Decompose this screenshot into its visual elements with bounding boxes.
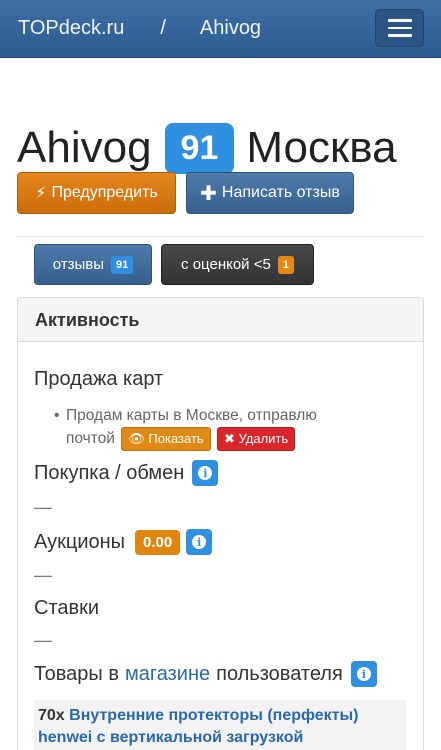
show-button[interactable]: 👁 Показать: [121, 427, 211, 451]
menu-toggle-button[interactable]: [375, 9, 424, 47]
info-button[interactable]: i: [192, 460, 219, 486]
shop-heading-suffix: пользователя: [216, 662, 343, 685]
delete-button[interactable]: ✖ Удалить: [216, 427, 296, 451]
hamburger-icon: [387, 19, 412, 22]
info-icon: i: [192, 535, 207, 549]
low-rating-tab-button[interactable]: с оценкой <5 1: [161, 244, 314, 285]
reviews-label: отзывы: [52, 256, 105, 273]
bids-empty: —: [34, 630, 52, 650]
plus-icon: ✚: [200, 182, 217, 205]
breadcrumb-user[interactable]: Ahivog: [200, 17, 261, 40]
breadcrumb-separator: /: [160, 17, 166, 39]
product-item[interactable]: 70x Внутренние протекторы (перфекты) hen…: [34, 700, 406, 750]
shop-link[interactable]: магазине: [125, 663, 210, 686]
info-button[interactable]: i: [350, 661, 377, 687]
product-name-link[interactable]: Внутренние протекторы (перфекты) henwei …: [38, 707, 359, 746]
product-qty: 70x: [38, 707, 65, 724]
hamburger-icon: [387, 34, 412, 37]
page-title: Ahivog 91 Москва: [17, 118, 397, 178]
warn-button[interactable]: ⚡ Предупредить: [17, 172, 176, 214]
write-review-button[interactable]: ✚ Написать отзыв: [186, 172, 354, 214]
navbar: TOPdeck.ru / Ahivog: [0, 0, 441, 58]
reviews-count-badge: 91: [111, 255, 134, 274]
reviews-tab-button[interactable]: отзывы 91: [34, 244, 152, 285]
eye-icon: 👁: [128, 431, 145, 446]
shop-heading: Товары в магазине пользователя i: [34, 661, 377, 687]
purchase-empty: —: [34, 497, 52, 517]
rating-badge: 91: [164, 122, 235, 174]
info-icon: i: [198, 466, 213, 480]
close-icon: ✖: [223, 431, 235, 446]
purchase-heading-label: Покупка / обмен: [34, 461, 185, 484]
sale-heading: Продажа карт: [34, 368, 164, 390]
user-city: Москва: [246, 123, 397, 172]
hamburger-icon: [387, 26, 412, 30]
auctions-empty: —: [34, 565, 52, 585]
auctions-value-badge: 0.00: [135, 529, 181, 555]
info-button[interactable]: i: [186, 529, 213, 555]
low-rating-count-badge: 1: [277, 255, 294, 274]
listing-item: • Продам карты в Москве, отправлю почтой…: [54, 404, 366, 451]
auctions-heading-label: Аукционы: [34, 530, 126, 553]
bids-heading: Ставки: [34, 597, 100, 619]
purchase-heading: Покупка / обмен i: [34, 460, 219, 486]
info-icon: i: [356, 667, 371, 681]
auctions-heading: Аукционы 0.00 i: [34, 529, 213, 555]
site-brand-link[interactable]: TOPdeck.ru: [18, 17, 124, 40]
low-rating-label: с оценкой <5: [181, 256, 271, 273]
divider: [17, 236, 424, 237]
bolt-icon: ⚡: [35, 185, 47, 202]
show-button-label: Показать: [148, 431, 204, 446]
user-name: Ahivog: [17, 123, 152, 172]
shop-heading-prefix: Товары в: [34, 662, 119, 685]
write-review-button-label: Написать отзыв: [221, 184, 340, 201]
panel-title: Активность: [18, 298, 423, 342]
bullet-icon: •: [54, 407, 60, 424]
delete-button-label: Удалить: [238, 431, 289, 446]
warn-button-label: Предупредить: [51, 184, 158, 201]
